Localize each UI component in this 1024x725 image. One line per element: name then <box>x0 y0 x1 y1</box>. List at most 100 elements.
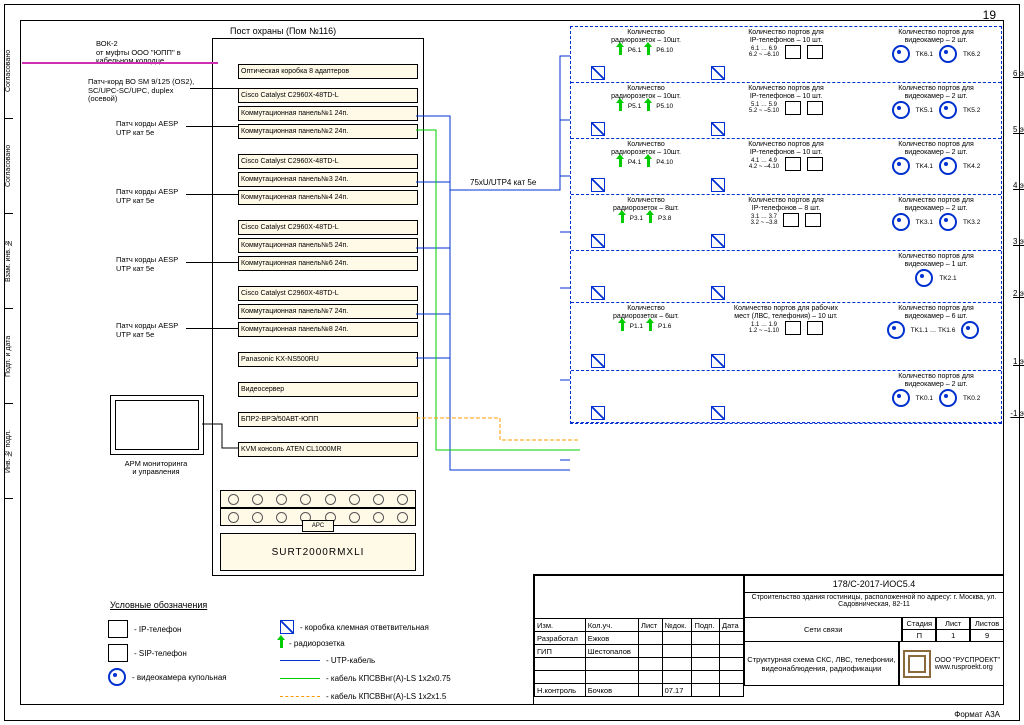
camera-icon <box>108 668 126 686</box>
camera-icon <box>961 321 979 339</box>
legend-jbox: - коробка клемная ответвительная <box>280 620 429 634</box>
camera-icon <box>939 157 957 175</box>
monitor-caption: АРМ мониторинга и управления <box>114 460 198 477</box>
rack-item-optical: Оптическая коробка 8 адаптеров <box>238 64 418 79</box>
legend-socket: - радиорозетка <box>280 638 345 648</box>
junction-box-icon <box>711 406 725 420</box>
junction-box-icon <box>711 354 725 368</box>
floor-row: 5 этажКоличество радиорозеток – 10шт.P5.… <box>571 83 1001 139</box>
side-label: Взам. инв. № <box>4 214 13 309</box>
ip-phone-icon <box>783 213 799 227</box>
floor-row: 1 этажКоличество радиорозеток – 6шт.P1.1… <box>571 303 1001 371</box>
floor-column: Количество радиорозеток – 8шт.P3.1P3.8 <box>581 197 711 223</box>
floor-row: 2 этажКоличество портов для видеокамер –… <box>571 251 1001 303</box>
junction-box-icon <box>591 234 605 248</box>
building-floors: 6 этажКоличество радиорозеток – 10шт.P6.… <box>570 26 1002 424</box>
floor-column: Количество портов для IP-телефонов – 10 … <box>721 29 851 59</box>
side-label: Подп. и дата <box>4 309 13 404</box>
radio-socket-icon <box>647 157 650 167</box>
camera-icon <box>939 213 957 231</box>
ip-phone-icon <box>807 45 823 59</box>
floor-column: Количество портов для видеокамер – 2 шт.… <box>871 29 1001 63</box>
sip-phone-icon <box>108 644 128 662</box>
kpsv1-line-icon <box>280 678 320 679</box>
legend-sip-phone: - SIP-телефон <box>108 644 187 662</box>
note-patch-fiber: Патч-корд ВО SM 9/125 (OS2), SC/UPC-SC/U… <box>88 78 194 104</box>
ip-phone-icon <box>785 157 801 171</box>
junction-box-icon <box>711 66 725 80</box>
floor-label: 6 этаж <box>1013 69 1024 78</box>
floor-column: Количество портов для видеокамер – 2 шт.… <box>871 141 1001 175</box>
floor-label: -1 этаж <box>1010 409 1024 418</box>
ip-phone-icon <box>807 157 823 171</box>
note-patch-1: Патч корды AESP UTP кат 5е <box>116 120 178 137</box>
floor-column: Количество радиорозеток – 10шт.P5.1P5.10 <box>581 85 711 111</box>
rack-ups: SURT2000RMXLI <box>220 533 416 571</box>
radio-socket-icon <box>649 321 652 331</box>
radio-socket-icon <box>621 213 624 223</box>
legend-kpsv1: - кабель КПСВВнг(А)-LS 1x2x0.75 <box>280 674 451 683</box>
side-label: Согласовано <box>4 24 13 119</box>
tb-hdr: Изм. <box>535 619 586 632</box>
ip-phone-icon <box>108 620 128 638</box>
rack-item: Коммутационная панель№3 24п. <box>238 172 418 187</box>
company-name: ООО "РУСПРОЕКТ" www.rusproekt.org <box>935 657 1000 671</box>
camera-icon <box>939 45 957 63</box>
rack-item: БПР2-ВРЭ/50АВТ-ЮПП <box>238 412 418 427</box>
floor-column: Количество портов для видеокамер – 6 шт.… <box>871 305 1001 339</box>
floor-column: Количество портов для видеокамер – 2 шт.… <box>871 197 1001 231</box>
format-label: Формат А3А <box>954 710 1000 719</box>
camera-icon <box>892 157 910 175</box>
floor-column: Количество радиорозеток – 10шт.P6.1P6.10 <box>581 29 711 55</box>
floor-row: 6 этажКоличество радиорозеток – 10шт.P6.… <box>571 27 1001 83</box>
rack-item: Коммутационная панель№4 24п. <box>238 190 418 205</box>
camera-icon <box>887 321 905 339</box>
note-patch-2: Патч корды AESP UTP кат 5е <box>116 188 178 205</box>
rack-item: Cisco Catalyst C2960X-48TD-L <box>238 88 418 103</box>
junction-box-icon <box>591 354 605 368</box>
legend-kpsv2: - кабель КПСВВнг(А)-LS 1x2x1.5 <box>280 692 446 701</box>
camera-icon <box>892 101 910 119</box>
junction-box-icon <box>711 234 725 248</box>
ip-phone-icon <box>807 101 823 115</box>
rack-title: Пост охраны (Пом №116) <box>230 26 336 36</box>
radio-socket-icon <box>280 638 283 648</box>
camera-icon <box>892 45 910 63</box>
kpsv2-line-icon <box>280 696 320 697</box>
radio-socket-icon <box>647 45 650 55</box>
floor-row: 4 этажКоличество радиорозеток – 10шт.P4.… <box>571 139 1001 195</box>
company-logo-icon <box>903 650 931 678</box>
side-label: Согласовано <box>4 119 13 214</box>
floor-row: -1 этажКоличество портов для видеокамер … <box>571 371 1001 423</box>
ip-phone-icon <box>807 321 823 335</box>
ip-phone-icon <box>805 213 821 227</box>
sheets-total: 9 <box>970 630 1004 642</box>
junction-box-icon <box>591 286 605 300</box>
radio-socket-icon <box>619 45 622 55</box>
apc-label: APC <box>302 520 334 532</box>
note-patch-4: Патч корды AESP UTP кат 5е <box>116 322 178 339</box>
rack-item: Видеосервер <box>238 382 418 397</box>
title-block: Изм. Кол.уч. Лист №док. Подп. Дата Разра… <box>533 574 1004 705</box>
legend-ip-phone: - IP-телефон <box>108 620 181 638</box>
rack-item: Коммутационная панель№8 24п. <box>238 322 418 337</box>
project-desc: Строительство здания гостиницы, располож… <box>744 593 1004 618</box>
sheet-num: 1 <box>936 630 970 642</box>
radio-socket-icon <box>649 213 652 223</box>
floor-label: 2 этаж <box>1013 289 1024 298</box>
junction-box-icon <box>280 620 294 634</box>
floor-column: Количество портов для видеокамер – 2 шт.… <box>871 85 1001 119</box>
junction-box-icon <box>711 286 725 300</box>
camera-icon <box>892 389 910 407</box>
monitor-workstation <box>110 395 204 455</box>
page-number: 19 <box>983 8 996 22</box>
camera-icon <box>915 269 933 287</box>
section-title: Сети связи <box>744 618 902 642</box>
legend-utp: - UTP-кабель <box>280 656 375 665</box>
floor-label: 5 этаж <box>1013 125 1024 134</box>
radio-socket-icon <box>619 101 622 111</box>
ip-phone-icon <box>785 321 801 335</box>
floor-column: Количество портов для видеокамер – 1 шт.… <box>871 253 1001 287</box>
floor-label: 3 этаж <box>1013 237 1024 246</box>
radio-socket-icon <box>619 157 622 167</box>
